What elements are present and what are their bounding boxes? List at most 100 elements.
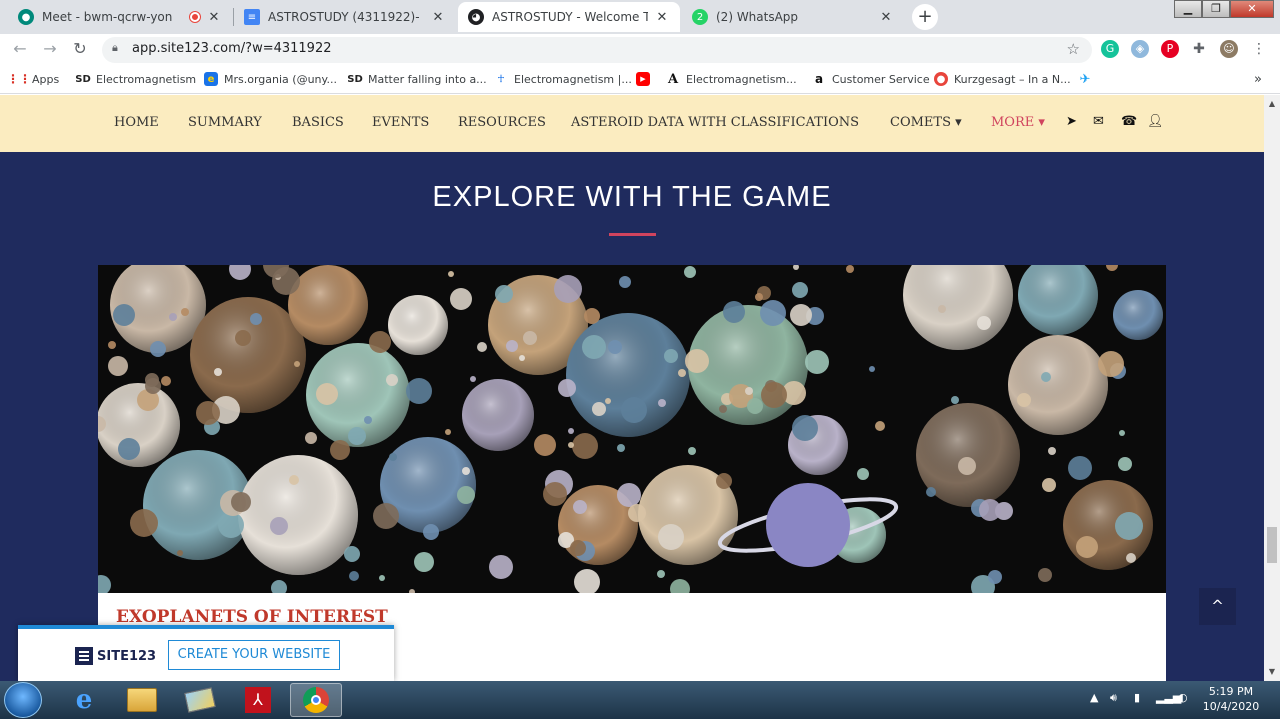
close-tab-icon[interactable]: ✕	[430, 10, 446, 25]
chrome-icon[interactable]	[290, 683, 342, 717]
vertical-scrollbar[interactable]: ▲ ▼	[1264, 95, 1280, 681]
bookmark-item[interactable]: e Mrs.organia (@uny...	[204, 71, 337, 87]
back-button[interactable]: ←	[9, 39, 31, 61]
small-planet	[979, 499, 1001, 521]
bookmark-item[interactable]: a Customer Service	[812, 71, 930, 87]
menu-kebab-icon[interactable]: ⋮	[1250, 40, 1268, 58]
small-planet	[1115, 512, 1143, 540]
nav-events[interactable]: EVENTS	[372, 115, 429, 130]
bookmark-item[interactable]: ● Kurzgesagt – In a N...	[934, 71, 1071, 87]
small-planet	[760, 300, 786, 326]
meet-icon: ●	[18, 9, 34, 25]
small-planet	[617, 483, 641, 507]
maximize-button[interactable]: ❐	[1202, 0, 1230, 18]
kurzgesagt-icon: ●	[934, 72, 948, 86]
logo-text: SITE123	[97, 648, 157, 664]
small-planet	[150, 341, 166, 357]
back-to-top-button[interactable]: ^	[1199, 588, 1236, 625]
small-planet	[745, 387, 753, 395]
forward-button[interactable]: →	[39, 39, 61, 61]
sd-icon: SD	[347, 73, 363, 85]
volume-icon[interactable]: 🔊︎	[1110, 691, 1117, 705]
scroll-up-arrow-icon[interactable]: ▲	[1264, 97, 1280, 111]
nav-more[interactable]: MORE ▾	[991, 115, 1045, 130]
ie-icon[interactable]: e	[58, 683, 110, 717]
send-icon[interactable]: ➤	[1066, 114, 1077, 129]
grammarly-icon[interactable]: G	[1101, 40, 1119, 58]
small-planet	[747, 398, 763, 414]
tray-app-icon[interactable]: ◐	[1178, 691, 1188, 704]
lock-icon: 🔒︎	[112, 41, 118, 54]
start-button[interactable]	[4, 682, 42, 718]
scrollbar-thumb[interactable]	[1267, 527, 1277, 563]
folder-icon[interactable]	[174, 683, 226, 717]
small-planet	[1042, 478, 1056, 492]
close-window-button[interactable]: ✕	[1230, 0, 1274, 18]
site123-logo[interactable]: SITE123	[75, 647, 156, 665]
bookmark-item[interactable]: A Electromagnetism...	[666, 71, 797, 87]
power-icon[interactable]: ▮	[1134, 691, 1140, 704]
more-bookmarks-button[interactable]: »	[1254, 71, 1262, 87]
address-bar[interactable]: 🔒︎ app.site123.com/?w=4311922 ☆	[102, 37, 1092, 63]
nav-resources[interactable]: RESOURCES	[458, 115, 546, 130]
nav-more-label: MORE	[991, 115, 1035, 130]
minimize-button[interactable]: ▁	[1174, 0, 1202, 18]
planet-shading	[1018, 265, 1098, 335]
small-planet	[988, 570, 1002, 584]
user-icon[interactable]: 👤︎	[1147, 114, 1164, 129]
small-planet	[414, 552, 434, 572]
tray-expand-icon[interactable]: ▲	[1090, 691, 1098, 704]
tab-editor[interactable]: ≡ ASTROSTUDY (4311922)- Editor ✕	[234, 2, 456, 32]
small-planet	[670, 579, 690, 593]
close-tab-icon[interactable]: ✕	[654, 10, 670, 25]
nav-basics[interactable]: BASICS	[292, 115, 344, 130]
bookmark-item[interactable]: SD Electromagnetism	[75, 71, 196, 87]
create-website-button[interactable]: CREATE YOUR WEBSITE	[168, 640, 340, 670]
phone-icon[interactable]: ☎	[1121, 114, 1137, 129]
pinterest-icon[interactable]: P	[1161, 40, 1179, 58]
scroll-down-arrow-icon[interactable]: ▼	[1264, 665, 1280, 679]
small-planet	[348, 427, 366, 445]
acrobat-icon[interactable]: ⅄	[232, 683, 284, 717]
profile-avatar[interactable]: ☺	[1220, 40, 1238, 58]
planet-shading	[1113, 290, 1163, 340]
bookmark-youtube[interactable]: ▶	[636, 71, 656, 87]
card-title: EXOPLANETS OF INTEREST	[116, 607, 388, 627]
bookmark-twitter[interactable]: ✈	[1078, 71, 1098, 87]
tab-whatsapp[interactable]: 2 (2) WhatsApp ✕	[682, 2, 904, 32]
bookmark-apps[interactable]: ⋮⋮ Apps	[7, 71, 59, 87]
explorer-icon[interactable]	[116, 683, 168, 717]
nav-summary[interactable]: SUMMARY	[188, 115, 262, 130]
nav-comets[interactable]: COMETS ▾	[890, 115, 962, 130]
close-tab-icon[interactable]: ✕	[878, 10, 894, 25]
small-planet	[448, 271, 454, 277]
small-planet	[628, 504, 646, 522]
reload-button[interactable]: ↻	[69, 39, 91, 61]
tab-welcome[interactable]: ◕ ASTROSTUDY - Welcome To ✕	[458, 2, 680, 32]
small-planet	[572, 433, 598, 459]
planet-shading	[1008, 335, 1108, 435]
nav-home[interactable]: HOME	[114, 115, 159, 130]
small-planet	[364, 416, 372, 424]
bookmark-item[interactable]: ☥ Electromagnetism |...	[494, 71, 632, 87]
tab-meet[interactable]: ● Meet - bwm-qcrw-yon ✕	[8, 2, 232, 32]
nav-asteroid-data[interactable]: ASTEROID DATA WITH CLASSIFICATIONS	[571, 115, 859, 130]
small-planet	[1119, 430, 1125, 436]
small-planet	[1106, 265, 1118, 271]
new-tab-button[interactable]: +	[912, 4, 938, 30]
small-planet	[573, 500, 587, 514]
mail-icon[interactable]: ✉	[1093, 114, 1104, 129]
small-planet	[951, 396, 959, 404]
small-planet	[678, 369, 686, 377]
extension-icon[interactable]: ◈	[1131, 40, 1149, 58]
system-clock[interactable]: 5:19 PM 10/4/2020	[1196, 684, 1266, 714]
caret-down-icon: ▾	[955, 115, 962, 130]
small-planet	[723, 301, 745, 323]
close-tab-icon[interactable]: ✕	[206, 10, 222, 25]
small-planet	[1041, 372, 1051, 382]
bookmark-star-icon[interactable]: ☆	[1067, 40, 1080, 58]
extensions-puzzle-icon[interactable]: ✚	[1190, 40, 1208, 58]
bookmark-item[interactable]: SD Matter falling into a...	[347, 71, 486, 87]
bookmark-label: Electromagnetism |...	[514, 72, 632, 86]
small-planet	[608, 340, 622, 354]
